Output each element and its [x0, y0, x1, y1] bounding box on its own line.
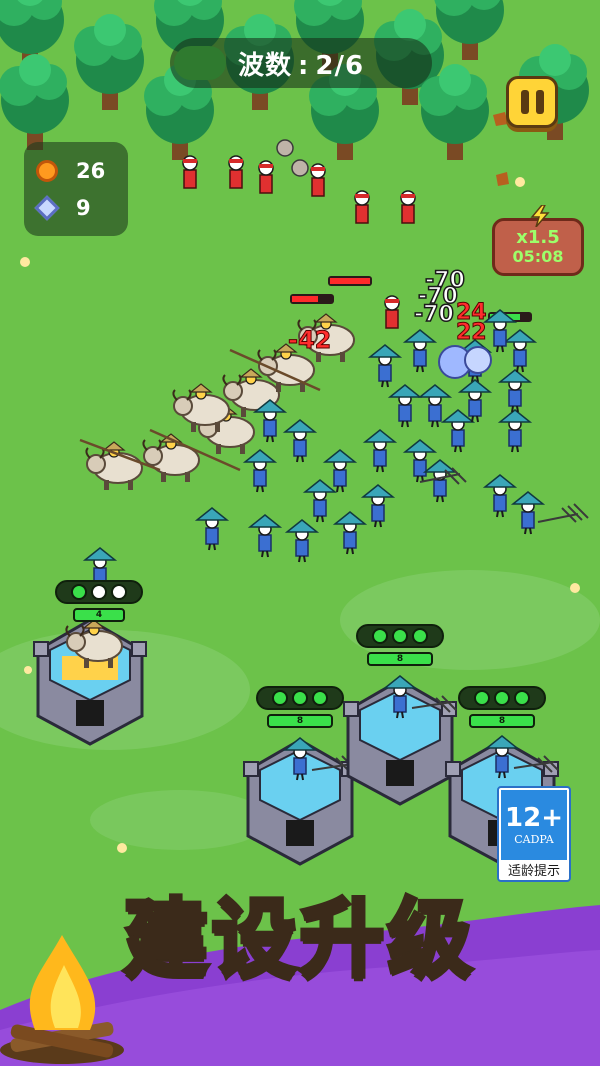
star-slot-filled — [494, 690, 510, 706]
wave-separator: : — [297, 50, 310, 81]
lightning-icon — [530, 205, 550, 227]
wave-banner: 波数:2/6 — [170, 38, 432, 88]
game-screen[interactable]: 波数:2/6 26 9 x1.5 05:08 -70 -70 -70 -42 2… — [0, 0, 600, 1066]
farmer-tower-mid-badge: 8 — [356, 624, 444, 666]
promo-caption: 建设升级 — [121, 888, 476, 991]
gem-row: 9 — [34, 189, 116, 226]
pause-icon-bar-left — [520, 90, 529, 114]
star-slot-filled — [474, 690, 490, 706]
star-slot-filled — [514, 690, 530, 706]
star-slot-filled — [392, 628, 408, 644]
tower-level-bar: 8 — [469, 714, 535, 728]
wave-pill-decoration — [174, 46, 226, 80]
age-rating-number: 12+ — [505, 803, 563, 833]
pause-button[interactable] — [506, 76, 558, 128]
age-rating-badge: 12+ CADPA 适龄提示 — [497, 786, 571, 882]
star-slot-filled — [71, 584, 87, 600]
farmer-tower-left-badge: 8 — [256, 686, 344, 728]
gem-icon — [34, 194, 60, 221]
speed-timer: 05:08 — [512, 247, 564, 266]
star-slot-empty — [91, 584, 107, 600]
age-rating-org: CADPA — [514, 833, 554, 846]
farmer-tower-right-badge: 8 — [458, 686, 546, 728]
tower-level-bar: 4 — [73, 608, 125, 622]
resource-panel: 26 9 — [24, 142, 128, 236]
star-slot-filled — [412, 628, 428, 644]
star-slot-filled — [272, 690, 288, 706]
star-slot-filled — [312, 690, 328, 706]
tower-star-slots — [55, 580, 143, 604]
tower-star-slots — [356, 624, 444, 648]
damage-number: -42 — [287, 326, 332, 355]
age-rating-panel: 12+ CADPA — [501, 790, 567, 860]
wave-current: 2/6 — [315, 50, 365, 81]
coin-row: 26 — [36, 152, 116, 189]
pause-icon-bar-right — [535, 90, 544, 114]
speed-multiplier: x1.5 — [516, 227, 560, 248]
coin-count: 26 — [76, 158, 106, 183]
wave-label: 波数 — [237, 50, 292, 81]
wave-counter: 波数:2/6 — [238, 45, 364, 82]
tower-level-bar: 8 — [367, 652, 433, 666]
star-slot-empty — [111, 584, 127, 600]
damage-number: -70 — [413, 301, 454, 328]
star-slot-filled — [372, 628, 388, 644]
tower-star-slots — [458, 686, 546, 710]
speed-boost-button[interactable]: x1.5 05:08 — [492, 205, 584, 276]
tower-level-bar: 8 — [267, 714, 333, 728]
gem-count: 9 — [76, 195, 91, 220]
coin-icon — [36, 159, 58, 182]
tower-star-slots — [256, 686, 344, 710]
yak-tower-badge: 4 — [55, 580, 143, 622]
star-slot-filled — [292, 690, 308, 706]
damage-number: 22 — [456, 320, 488, 346]
